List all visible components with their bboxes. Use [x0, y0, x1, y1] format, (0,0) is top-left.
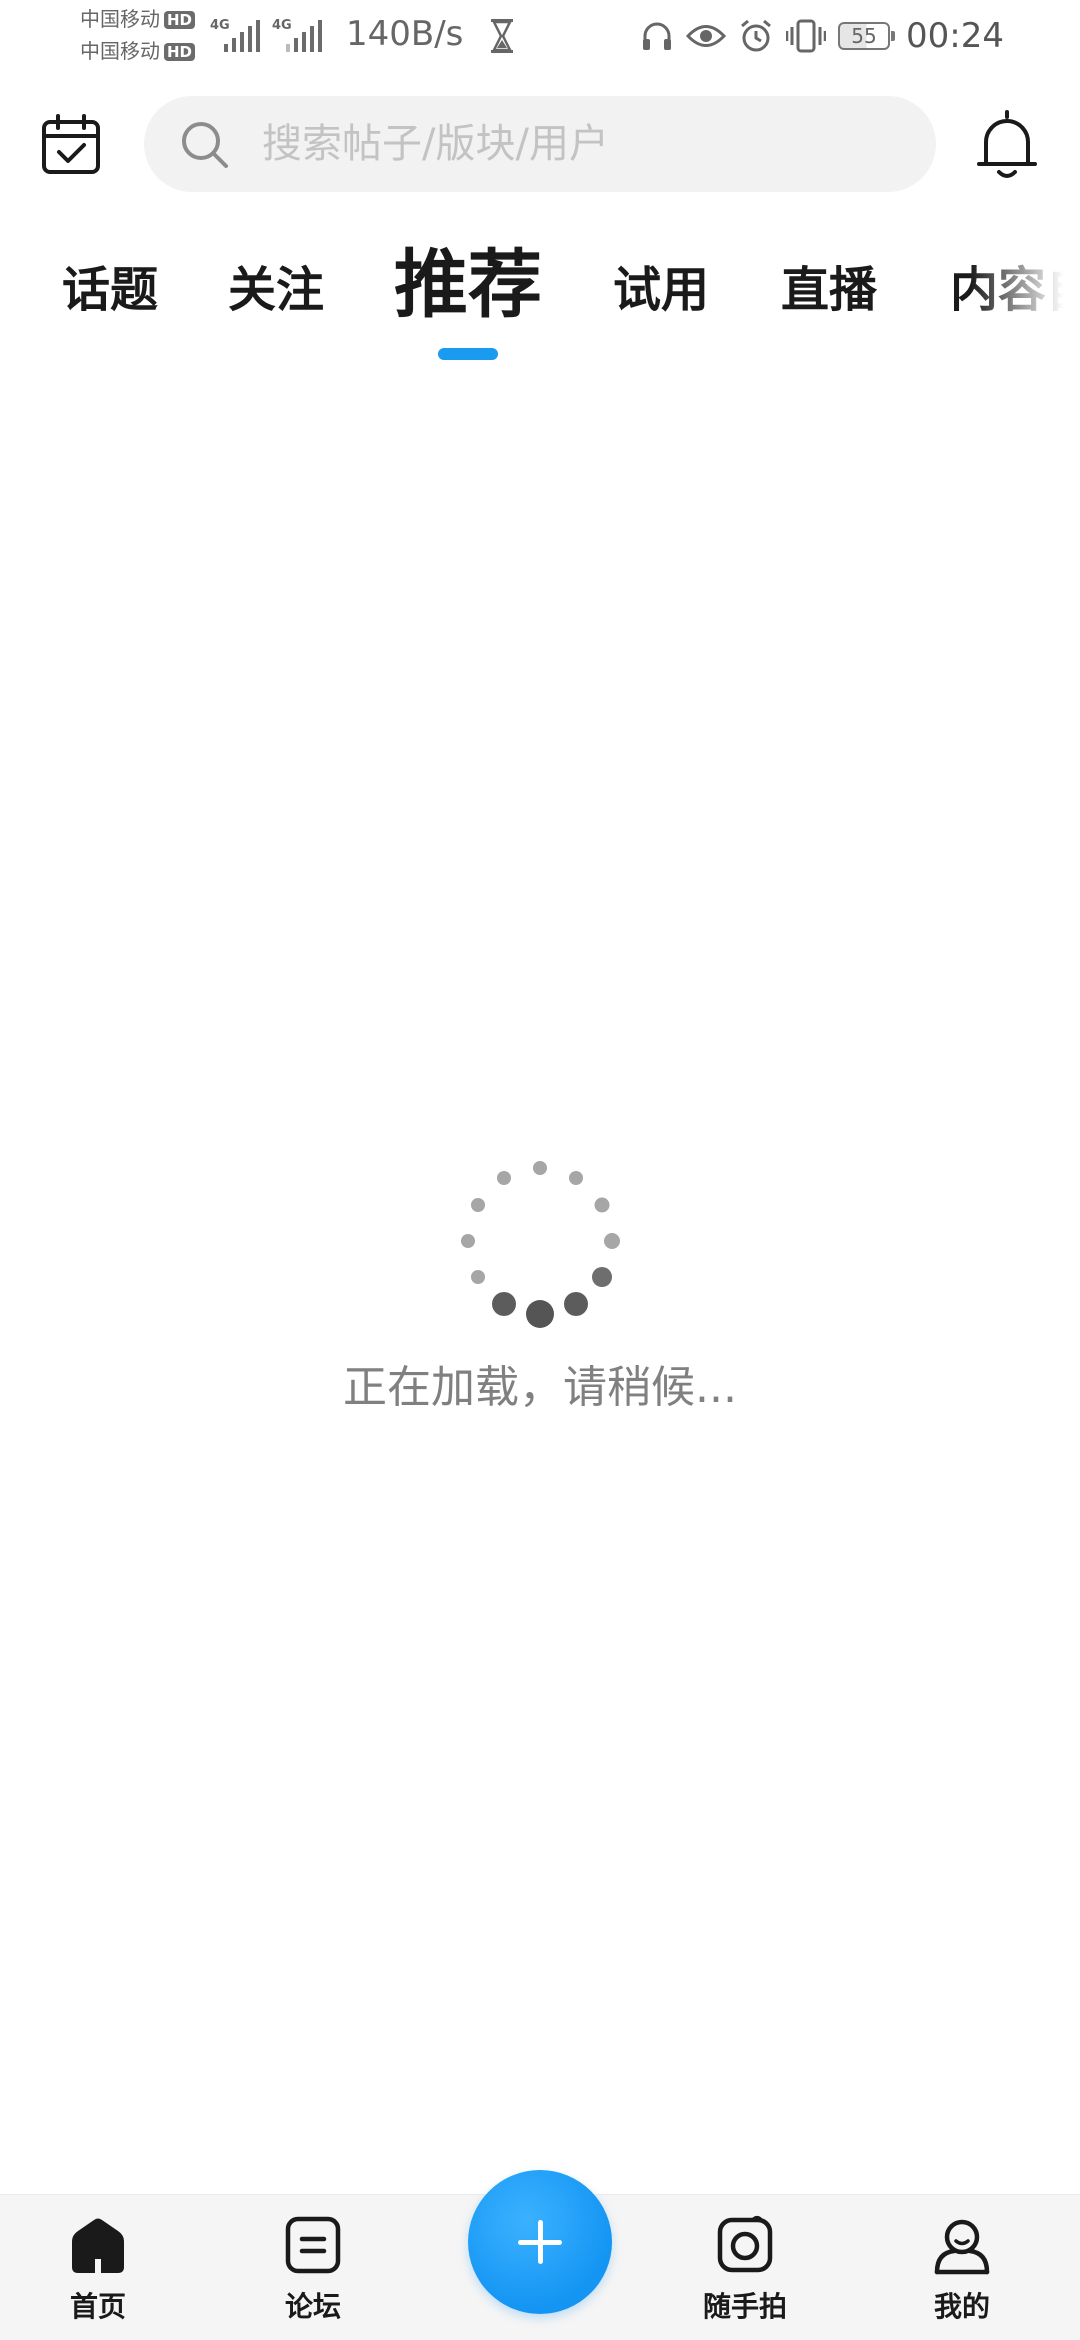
nav-mine-label: 我的 [933, 2290, 990, 2323]
tab-live[interactable]: 直播 [781, 260, 877, 320]
tab-topics[interactable]: 话题 [62, 260, 158, 320]
hourglass-icon [491, 19, 513, 53]
carrier-block: 中国移动 HD 中国移动 HD [80, 8, 210, 68]
loading-spinner-icon [461, 1161, 620, 1328]
hd-badge-1: HD [164, 11, 196, 29]
vibrate-icon [786, 19, 827, 53]
nav-forum[interactable]: 论坛 [233, 2195, 393, 2340]
status-right-cluster: 55 00:24 [640, 12, 1004, 60]
nav-forum-label: 论坛 [284, 2290, 341, 2323]
bell-icon[interactable] [974, 108, 1040, 180]
create-post-button[interactable] [468, 2170, 612, 2314]
forum-icon [285, 2216, 341, 2274]
nav-snapshot-label: 随手拍 [702, 2290, 787, 2323]
active-tab-indicator [438, 348, 498, 360]
tab-recommended[interactable]: 推荐 [394, 240, 542, 330]
search-input[interactable]: 搜索帖子/版块/用户 [144, 96, 936, 192]
app-screen: 中国移动 HD 中国移动 HD 4G 4G 140B/s 55 00:24 搜索… [0, 0, 1080, 2340]
carrier-1: 中国移动 HD [80, 7, 196, 31]
category-tabs: 话题 关注 推荐 试用 直播 内容自 [0, 236, 1080, 366]
profile-icon [934, 2219, 990, 2275]
battery-icon: 55 [838, 22, 896, 50]
carrier-2: 中国移动 HD [80, 39, 196, 63]
tab-content-creator[interactable]: 内容自 [950, 260, 1080, 320]
battery-level: 55 [851, 24, 877, 48]
alarm-icon [741, 19, 771, 52]
loading-state: 正在加载，请稍候... [0, 1150, 1080, 1430]
camera-icon [717, 2216, 773, 2273]
nav-snapshot[interactable]: 随手拍 [665, 2195, 825, 2340]
loading-text: 正在加载，请稍候... [343, 1362, 737, 1413]
tab-trial[interactable]: 试用 [613, 260, 709, 320]
carrier-2-name: 中国移动 [80, 39, 160, 63]
hd-badge-2: HD [164, 43, 196, 61]
tab-following[interactable]: 关注 [228, 260, 324, 320]
carrier-1-name: 中国移动 [80, 7, 160, 31]
signal-2-icon: 4G [272, 18, 336, 52]
search-icon [182, 122, 228, 168]
signal-1-icon: 4G [210, 18, 274, 52]
search-placeholder: 搜索帖子/版块/用户 [262, 121, 609, 167]
home-icon [72, 2218, 124, 2273]
nav-home[interactable]: 首页 [18, 2195, 178, 2340]
calendar-check-icon[interactable] [38, 112, 104, 178]
plus-icon-vertical [538, 2220, 543, 2264]
headphones-icon [643, 22, 672, 50]
net-speed: 140B/s [346, 14, 464, 54]
status-bar: 中国移动 HD 中国移动 HD 4G 4G 140B/s 55 00:24 [0, 0, 1080, 72]
status-time: 00:24 [906, 16, 1004, 56]
nav-mine[interactable]: 我的 [882, 2195, 1042, 2340]
top-header: 搜索帖子/版块/用户 [0, 94, 1080, 194]
eye-icon [686, 25, 727, 47]
nav-home-label: 首页 [69, 2290, 126, 2323]
